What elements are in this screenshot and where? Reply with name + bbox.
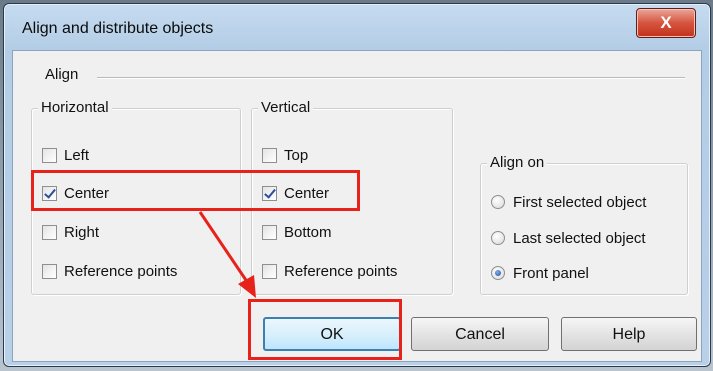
horizontal-left-checkbox[interactable]: Left	[42, 143, 89, 167]
align-on-front-panel-radio[interactable]: Front panel	[491, 261, 589, 285]
checkbox-label: Reference points	[64, 262, 178, 280]
close-button[interactable]: X	[636, 8, 696, 38]
radio-button[interactable]	[491, 266, 505, 280]
checkbox-label: Top	[284, 146, 309, 164]
checkbox-box[interactable]	[42, 224, 57, 240]
radio-button[interactable]	[491, 195, 505, 209]
help-button[interactable]: Help	[561, 317, 697, 351]
checkbox-label: Bottom	[284, 223, 332, 241]
radio-button[interactable]	[491, 231, 505, 245]
radio-label: First selected object	[513, 193, 647, 211]
dialog-title: Align and distribute objects	[22, 20, 214, 37]
vertical-top-checkbox[interactable]: Top	[262, 143, 308, 167]
ok-button-highlight	[248, 299, 402, 360]
checkbox-box[interactable]	[262, 147, 277, 163]
checkbox-label: Left	[64, 146, 90, 164]
checkbox-box[interactable]	[262, 263, 277, 279]
radio-label: Front panel	[513, 264, 589, 282]
checkbox-box[interactable]	[42, 263, 57, 279]
cancel-button[interactable]: Cancel	[411, 317, 549, 351]
checkbox-label: Right	[64, 223, 100, 241]
vertical-reference-points-checkbox[interactable]: Reference points	[262, 259, 397, 283]
align-group-label: Align	[41, 66, 83, 83]
vertical-bottom-checkbox[interactable]: Bottom	[262, 220, 332, 244]
horizontal-group-label: Horizontal	[38, 99, 112, 116]
checkbox-box[interactable]	[42, 147, 57, 163]
align-on-last-selected-radio[interactable]: Last selected object	[491, 226, 646, 250]
center-checkboxes-highlight	[31, 170, 360, 211]
close-icon: X	[660, 13, 672, 32]
align-on-group-label: Align on	[487, 154, 548, 171]
vertical-group-label: Vertical	[258, 99, 314, 116]
radio-label: Last selected object	[513, 229, 646, 247]
align-on-group: Align on First selected object Last sele…	[480, 154, 688, 295]
horizontal-reference-points-checkbox[interactable]: Reference points	[42, 259, 177, 283]
checkbox-box[interactable]	[262, 224, 277, 240]
align-on-first-selected-radio[interactable]: First selected object	[491, 190, 646, 214]
align-group-separator	[97, 77, 685, 79]
checkbox-label: Reference points	[284, 262, 398, 280]
horizontal-right-checkbox[interactable]: Right	[42, 220, 99, 244]
